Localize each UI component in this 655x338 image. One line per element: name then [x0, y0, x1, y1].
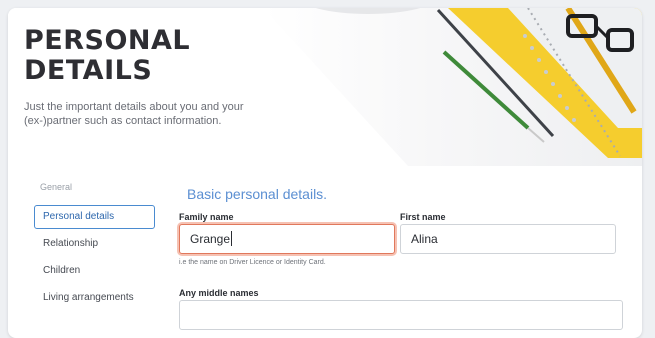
- middle-names-field[interactable]: [179, 300, 623, 330]
- first-name-field[interactable]: Alina: [400, 224, 616, 254]
- sidebar-nav: General Personal details Relationship Ch…: [34, 182, 164, 313]
- text-caret: [231, 231, 233, 247]
- family-name-field[interactable]: Grange: [179, 224, 395, 254]
- sidebar-item-personal-details[interactable]: Personal details: [34, 205, 155, 229]
- section-title: Basic personal details.: [187, 186, 328, 202]
- main-card: PERSONAL DETAILS Just the important deta…: [8, 8, 642, 338]
- first-name-value: Alina: [411, 232, 438, 246]
- page-title: PERSONAL DETAILS: [24, 25, 191, 86]
- sidebar-item-children[interactable]: Children: [34, 259, 155, 283]
- middle-names-label: Any middle names: [179, 288, 259, 298]
- header-hero: PERSONAL DETAILS Just the important deta…: [8, 8, 642, 166]
- sidebar-item-relationship[interactable]: Relationship: [34, 232, 155, 256]
- family-name-value: Grange: [190, 232, 231, 246]
- family-name-hint: i.e the name on Driver Licence or Identi…: [179, 259, 326, 266]
- sidebar-heading: General: [40, 182, 73, 192]
- page-subtitle: Just the important details about you and…: [24, 101, 244, 127]
- first-name-label: First name: [400, 212, 446, 222]
- sidebar-item-living-arrangements[interactable]: Living arrangements: [34, 286, 155, 310]
- family-name-label: Family name: [179, 212, 234, 222]
